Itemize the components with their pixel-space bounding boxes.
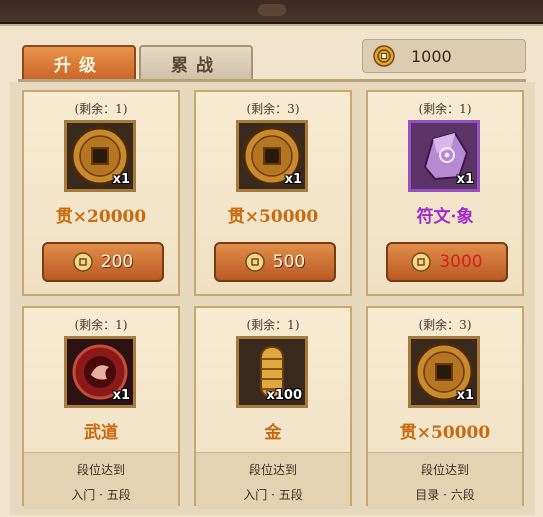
item-quantity: x1 xyxy=(456,172,474,187)
item-grid: (剩余：1) x1 贯×20000 200 (剩余：3) x1 贯×50000 xyxy=(10,82,535,515)
currency-display: 1000 xyxy=(362,39,526,73)
condition-rank: 入门 · 五段 xyxy=(71,488,131,502)
shop-item-1[interactable]: (剩余：1) x1 贯×20000 200 xyxy=(22,90,180,296)
coin-icon xyxy=(245,252,265,272)
item-icon-frame: x1 xyxy=(408,120,480,192)
coin-icon xyxy=(373,45,395,67)
remaining-count: (剩余：1) xyxy=(74,102,128,116)
top-bar xyxy=(0,0,543,24)
item-name: 符文·象 xyxy=(416,207,474,227)
item-icon-frame: x1 xyxy=(408,336,480,408)
item-icon-frame: x1 xyxy=(64,336,136,408)
top-ornament xyxy=(258,4,286,16)
condition-rank: 入门 · 五段 xyxy=(243,488,303,502)
buy-button[interactable]: 200 xyxy=(42,242,164,282)
condition-label: 段位达到 xyxy=(248,463,297,477)
item-quantity: x1 xyxy=(456,388,474,403)
item-name: 金 xyxy=(264,423,282,443)
item-icon-frame: x1 xyxy=(236,120,308,192)
item-name: 武道 xyxy=(84,423,118,443)
shop-item-5[interactable]: (剩余：1) x100 金 段位达到 入门 · 五段 xyxy=(194,306,352,509)
shop-item-2[interactable]: (剩余：3) x1 贯×50000 500 xyxy=(194,90,352,296)
currency-amount: 1000 xyxy=(411,46,452,66)
item-icon-frame: x1 xyxy=(64,120,136,192)
item-quantity: x1 xyxy=(112,172,130,187)
item-icon-frame: x100 xyxy=(236,336,308,408)
tab-upgrade[interactable]: 升级 xyxy=(22,45,136,82)
remaining-count: (剩余：1) xyxy=(74,318,128,332)
tab-battle[interactable]: 累战 xyxy=(139,45,253,82)
price-label: 3000 xyxy=(439,252,483,272)
unlock-condition: 段位达到 目录 · 六段 xyxy=(368,452,522,509)
remaining-count: (剩余：3) xyxy=(418,318,472,332)
item-quantity: x1 xyxy=(112,388,130,403)
condition-label: 段位达到 xyxy=(420,463,469,477)
item-quantity: x100 xyxy=(266,388,302,403)
shop-item-3[interactable]: (剩余：1) x1 符文·象 3000 xyxy=(366,90,524,296)
item-name: 贯×20000 xyxy=(55,207,147,227)
item-name: 贯×50000 xyxy=(227,207,319,227)
item-name: 贯×50000 xyxy=(399,423,491,443)
price-label: 500 xyxy=(272,252,306,272)
condition-rank: 目录 · 六段 xyxy=(415,488,475,502)
buy-button[interactable]: 500 xyxy=(214,242,336,282)
coin-icon xyxy=(411,252,432,272)
item-quantity: x1 xyxy=(284,172,302,187)
remaining-count: (剩余：1) xyxy=(418,102,472,116)
remaining-count: (剩余：1) xyxy=(246,318,300,332)
shop-item-6[interactable]: (剩余：3) x1 贯×50000 段位达到 目录 · 六段 xyxy=(366,306,524,509)
coin-icon xyxy=(73,252,93,272)
unlock-condition: 段位达到 入门 · 五段 xyxy=(196,452,350,509)
price-label: 200 xyxy=(100,252,134,272)
unlock-condition: 段位达到 入门 · 五段 xyxy=(24,452,178,509)
shop-item-4[interactable]: (剩余：1) x1 武道 段位达到 入门 · 五段 xyxy=(22,306,180,509)
condition-label: 段位达到 xyxy=(76,463,125,477)
remaining-count: (剩余：3) xyxy=(246,102,300,116)
buy-button[interactable]: 3000 xyxy=(386,242,508,282)
